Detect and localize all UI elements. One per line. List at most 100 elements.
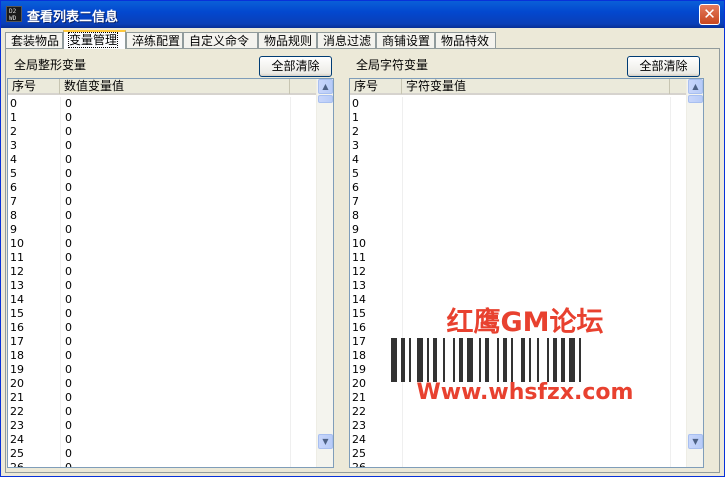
- row-index: 6: [10, 181, 17, 194]
- row-value: 0: [65, 335, 72, 348]
- clear-all-string-button[interactable]: 全部清除: [627, 56, 700, 77]
- row-index: 26: [352, 461, 366, 468]
- vertical-scrollbar[interactable]: ▲ ▼: [686, 79, 703, 467]
- row-index: 16: [352, 321, 366, 334]
- scroll-thumb[interactable]: [318, 95, 333, 103]
- row-value: 0: [65, 405, 72, 418]
- barcode-bar: [453, 338, 455, 382]
- row-index: 1: [352, 111, 359, 124]
- vertical-scrollbar[interactable]: ▲ ▼: [316, 79, 333, 467]
- row-index: 16: [10, 321, 24, 334]
- row-index: 21: [10, 391, 24, 404]
- tab-item-rules[interactable]: 物品规则: [258, 32, 317, 49]
- row-index: 19: [10, 363, 24, 376]
- barcode-bar: [391, 338, 397, 382]
- row-index: 25: [10, 447, 24, 460]
- row-index: 0: [352, 97, 359, 110]
- string-variables-label: 全局字符变量: [356, 58, 429, 72]
- barcode-bar: [479, 338, 481, 382]
- row-value: 0: [65, 391, 72, 404]
- row-index: 19: [352, 363, 366, 376]
- barcode-bar: [485, 338, 489, 382]
- close-button[interactable]: ✕: [699, 4, 720, 25]
- tab-refine-config[interactable]: 淬练配置: [126, 32, 183, 49]
- scroll-thumb[interactable]: [688, 95, 703, 103]
- column-header-string-value[interactable]: 字符变量值: [402, 79, 670, 94]
- barcode-bar: [547, 338, 549, 382]
- tab-variable-management[interactable]: 变量管理: [63, 30, 126, 49]
- tab-label: 淬练配置: [132, 34, 181, 48]
- row-index: 21: [352, 391, 366, 404]
- row-value: 0: [65, 349, 72, 362]
- row-value: 0: [65, 293, 72, 306]
- scroll-up-icon[interactable]: ▲: [688, 79, 703, 94]
- tab-label: 变量管理: [67, 32, 119, 48]
- row-index: 7: [352, 195, 359, 208]
- column-header-index[interactable]: 序号: [350, 79, 402, 94]
- row-index: 25: [352, 447, 366, 460]
- row-index: 3: [10, 139, 17, 152]
- title-bar[interactable]: D2 WD 查看列表二信息 ✕: [1, 1, 724, 28]
- integer-variables-list[interactable]: 序号 数值变量值 0 0 1 0 2 0 3 0 4 0 5 0 6 0 7 0 8 0 9 0 10 0 11 0 12 0 13…: [7, 78, 334, 468]
- barcode-bar: [459, 338, 463, 382]
- barcode-bar: [579, 338, 581, 382]
- row-value: 0: [65, 223, 72, 236]
- list-header: 序号 数值变量值: [8, 79, 317, 95]
- row-index: 9: [352, 223, 359, 236]
- row-value: 0: [65, 461, 72, 468]
- barcode-bar: [537, 338, 539, 382]
- row-index: 14: [10, 293, 24, 306]
- row-index: 10: [10, 237, 24, 250]
- tab-suit-items[interactable]: 套装物品: [5, 32, 63, 49]
- row-index: 4: [352, 153, 359, 166]
- row-value: 0: [65, 433, 72, 446]
- row-value: 0: [65, 167, 72, 180]
- integer-variables-label: 全局整形变量: [14, 58, 87, 72]
- scroll-down-icon[interactable]: ▼: [318, 434, 333, 449]
- row-index: 13: [10, 279, 24, 292]
- row-index: 10: [352, 237, 366, 250]
- barcode-bar: [529, 338, 531, 382]
- row-index: 7: [10, 195, 17, 208]
- column-header-empty[interactable]: [290, 79, 317, 94]
- scroll-down-icon[interactable]: ▼: [688, 434, 703, 449]
- column-header-empty[interactable]: [670, 79, 687, 94]
- row-index: 22: [352, 405, 366, 418]
- barcode-bar: [569, 338, 575, 382]
- row-index: 13: [352, 279, 366, 292]
- barcode-bar: [511, 338, 513, 382]
- row-index: 14: [352, 293, 366, 306]
- row-value: 0: [65, 125, 72, 138]
- barcode-bar: [427, 338, 429, 382]
- tab-custom-commands[interactable]: 自定义命令: [183, 32, 258, 49]
- row-index: 11: [10, 251, 24, 264]
- row-index: 8: [352, 209, 359, 222]
- barcode-bar: [417, 338, 423, 382]
- tab-item-effects[interactable]: 物品特效: [435, 32, 496, 49]
- tab-label: 物品特效: [441, 34, 490, 48]
- scroll-up-icon[interactable]: ▲: [318, 79, 333, 94]
- tab-label: 消息过滤: [323, 34, 372, 48]
- row-index: 12: [352, 265, 366, 278]
- row-index: 15: [352, 307, 366, 320]
- window-title: 查看列表二信息: [27, 10, 119, 25]
- column-divider: [60, 97, 61, 467]
- row-index: 24: [352, 433, 366, 446]
- column-header-numeric-value[interactable]: 数值变量值: [60, 79, 290, 94]
- row-value: 0: [65, 447, 72, 460]
- row-value: 0: [65, 209, 72, 222]
- row-index: 9: [10, 223, 17, 236]
- list-header: 序号 字符变量值: [350, 79, 687, 95]
- barcode-bar: [467, 338, 473, 382]
- column-divider: [670, 97, 671, 467]
- tab-shop-settings[interactable]: 商铺设置: [376, 32, 435, 49]
- row-index: 15: [10, 307, 24, 320]
- clear-all-integer-button[interactable]: 全部清除: [259, 56, 332, 77]
- row-value: 0: [65, 181, 72, 194]
- row-index: 23: [352, 419, 366, 432]
- column-header-index[interactable]: 序号: [8, 79, 60, 94]
- row-index: 20: [352, 377, 366, 390]
- row-value: 0: [65, 321, 72, 334]
- tab-message-filter[interactable]: 消息过滤: [317, 32, 376, 49]
- row-value: 0: [65, 363, 72, 376]
